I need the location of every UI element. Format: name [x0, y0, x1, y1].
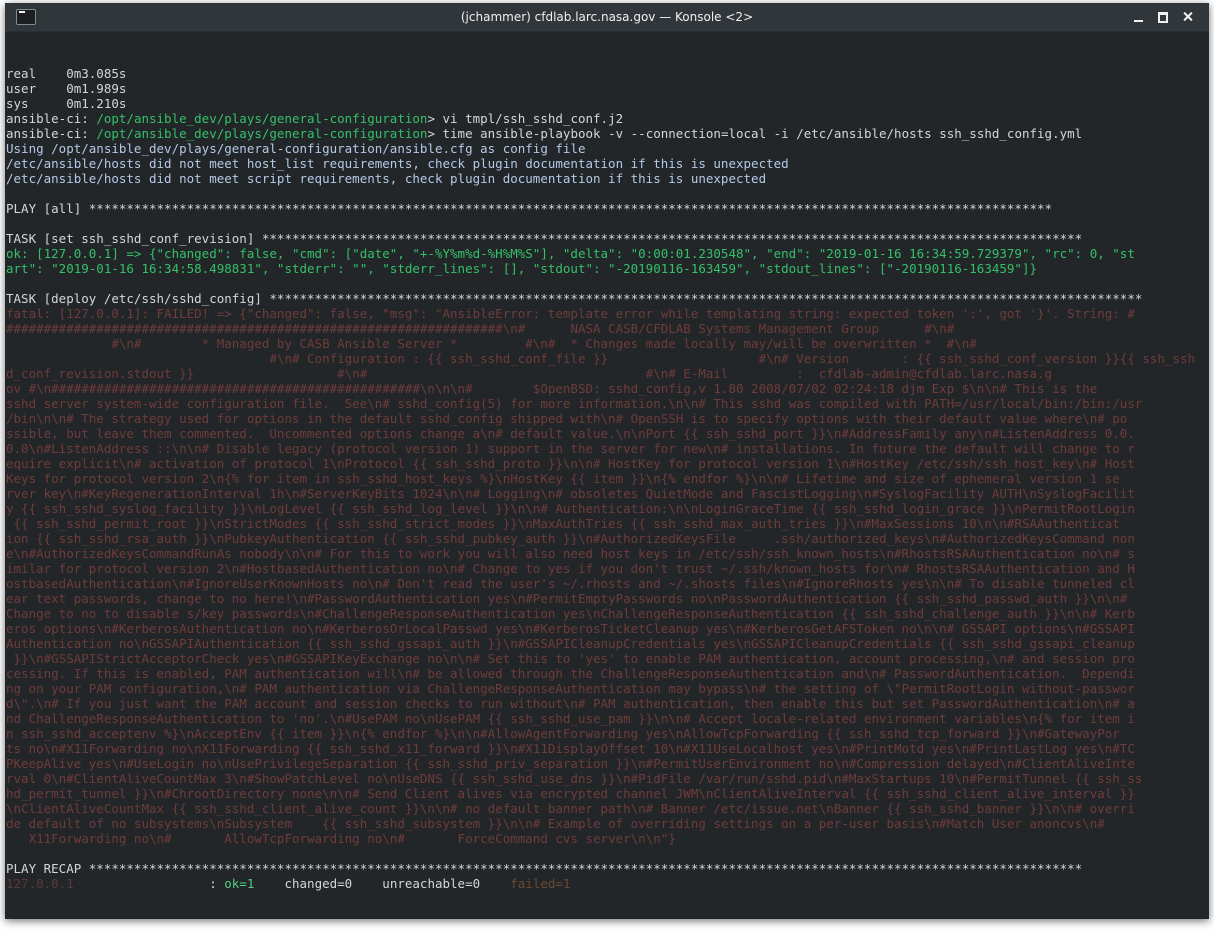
fatal-line: nd ChallengeResponseAuthentication to 'n… [6, 711, 1135, 726]
fatal-line: ostbasedAuthentication\n#IgnoreUserKnown… [6, 576, 1135, 591]
fatal-line: X11Forwarding no\n# AllowTcpForwarding n… [6, 831, 676, 846]
fatal-line: PKeepAlive yes\n#UseLogin no\nUsePrivile… [6, 756, 1135, 771]
window-title: (jchammer) cfdlab.larc.nasa.gov — Konsol… [460, 10, 754, 24]
fatal-line: y {{ ssh_sshd_syslog_facility }}\nLogLev… [6, 501, 1135, 516]
minimize-icon[interactable] [1129, 7, 1149, 27]
fatal-error-block: fatal: [127.0.0.1]: FAILED! => {"changed… [6, 306, 1195, 846]
prompt-label: ansible-ci: [6, 126, 97, 141]
fatal-line: {{ ssh_sshd_permit_root }}\nStrictModes … [6, 516, 1120, 531]
play-header: PLAY [all] *****************************… [6, 201, 1053, 216]
fatal-line: de default of no subsystems\nSubsystem {… [6, 816, 1105, 831]
fatal-line: #\n# * Managed by CASB Ansible Server * … [6, 336, 977, 351]
command-ansible-playbook: > time ansible-playbook -v --connection=… [427, 126, 1083, 141]
fatal-line: /bin\n\n# The strategy used for options … [6, 411, 1128, 426]
prompt-path: /opt/ansible_dev/plays/general-configura… [96, 126, 428, 141]
fatal-line: e\n#AuthorizedKeysCommandRunAs nobody\n\… [6, 546, 1135, 561]
fatal-line: cessing. If this is enabled, PAM authent… [6, 666, 1135, 681]
recap-host: 127.0.0.1 [6, 876, 74, 891]
fatal-line: #\n# Configuration : {{ ssh_sshd_conf_fi… [6, 351, 1196, 366]
fatal-line: d\".\n# If you just want the PAM account… [6, 696, 1135, 711]
terminal-output[interactable]: real 0m3.085s user 0m1.989s sys 0m1.210s… [5, 32, 1209, 919]
fatal-line: ########################################… [6, 321, 955, 336]
fatal-line: ion {{ ssh_sshd_rsa_auth }}\nPubkeyAuthe… [6, 531, 1135, 546]
fatal-line: fatal: [127.0.0.1]: FAILED! => {"changed… [6, 306, 1135, 321]
task-ok-output: ok: [127.0.0.1] => {"changed": false, "c… [6, 246, 1135, 261]
fatal-line: ts no\n#X11Forwarding no\nX11Forwarding … [6, 741, 1135, 756]
title-bar[interactable]: (jchammer) cfdlab.larc.nasa.gov — Konsol… [5, 3, 1209, 32]
fatal-line: \nClientAliveCountMax {{ ssh_sshd_client… [6, 801, 1135, 816]
time-user-line: user 0m1.989s [6, 81, 127, 96]
fatal-line: Change to no to disable s/key passwords\… [6, 606, 1135, 621]
command-vi: > vi tmpl/ssh_sshd_conf.j2 [427, 111, 624, 126]
info-line: /etc/ansible/hosts did not meet script r… [6, 171, 767, 186]
recap-header: PLAY RECAP *****************************… [6, 861, 1083, 876]
prompt-label: ansible-ci: [6, 111, 97, 126]
fatal-line: Keys for protocol version 2\n{% for item… [6, 471, 1120, 486]
task-header: TASK [set ssh_sshd_conf_revision] ******… [6, 231, 1083, 246]
time-sys-line: sys 0m1.210s [6, 96, 127, 111]
recap-ok: ok=1 [224, 876, 255, 891]
close-icon[interactable] [1178, 7, 1198, 27]
fatal-line: rval 0\n#ClientAliveCountMax 3\n#ShowPat… [6, 771, 1143, 786]
fatal-line: ov #\n##################################… [6, 381, 1098, 396]
fatal-line: equire explicit\n# activation of protoco… [6, 456, 1135, 471]
info-line: /etc/ansible/hosts did not meet host_lis… [6, 156, 789, 171]
task-header: TASK [deploy /etc/ssh/sshd_config] *****… [6, 291, 1143, 306]
recap-failed: failed=1 [510, 876, 571, 891]
fatal-line: rver key\n#KeyRegenerationInterval 1h\n#… [6, 486, 1135, 501]
fatal-line: ng on your PAM configuration,\n# PAM aut… [6, 681, 1135, 696]
recap-changed: changed=0 unreachable=0 [254, 876, 511, 891]
fatal-line: eros options\n#KerberosAuthentication no… [6, 621, 1135, 636]
fatal-line: d_conf_revision.stdout }} #\n# #\n# E-Ma… [6, 366, 1053, 381]
recap-separator: : [73, 876, 225, 891]
fatal-line: 0.0\n#ListenAddress ::\n\n# Disable lega… [6, 441, 1135, 456]
fatal-line: }}\n#GSSAPIStrictAcceptorCheck yes\n#GSS… [6, 651, 1135, 666]
fatal-line: sshd server system-wide configuration fi… [6, 396, 1143, 411]
time-real-line: real 0m3.085s [6, 66, 127, 81]
maximize-icon[interactable] [1153, 7, 1173, 27]
task-ok-output: art": "2019-01-16 16:34:58.498831", "std… [6, 261, 1038, 276]
konsole-window: (jchammer) cfdlab.larc.nasa.gov — Konsol… [5, 3, 1209, 919]
fatal-line: ear text passwords, change to no here!\n… [6, 591, 1135, 606]
fatal-line: hd_permit_tunnel }}\n#ChrootDirectory no… [6, 786, 1135, 801]
fatal-line: n ssh_sshd_acceptenv %}\nAcceptEnv {{ it… [6, 726, 1120, 741]
fatal-line: imilar for protocol version 2\n#Hostbase… [6, 561, 1135, 576]
fatal-line: Authentication no\nGSSAPIAuthentication … [6, 636, 1135, 651]
info-line: Using /opt/ansible_dev/plays/general-con… [6, 141, 586, 156]
prompt-path: /opt/ansible_dev/plays/general-configura… [96, 111, 428, 126]
fatal-line: ssible, but leave them commented. Uncomm… [6, 426, 1135, 441]
